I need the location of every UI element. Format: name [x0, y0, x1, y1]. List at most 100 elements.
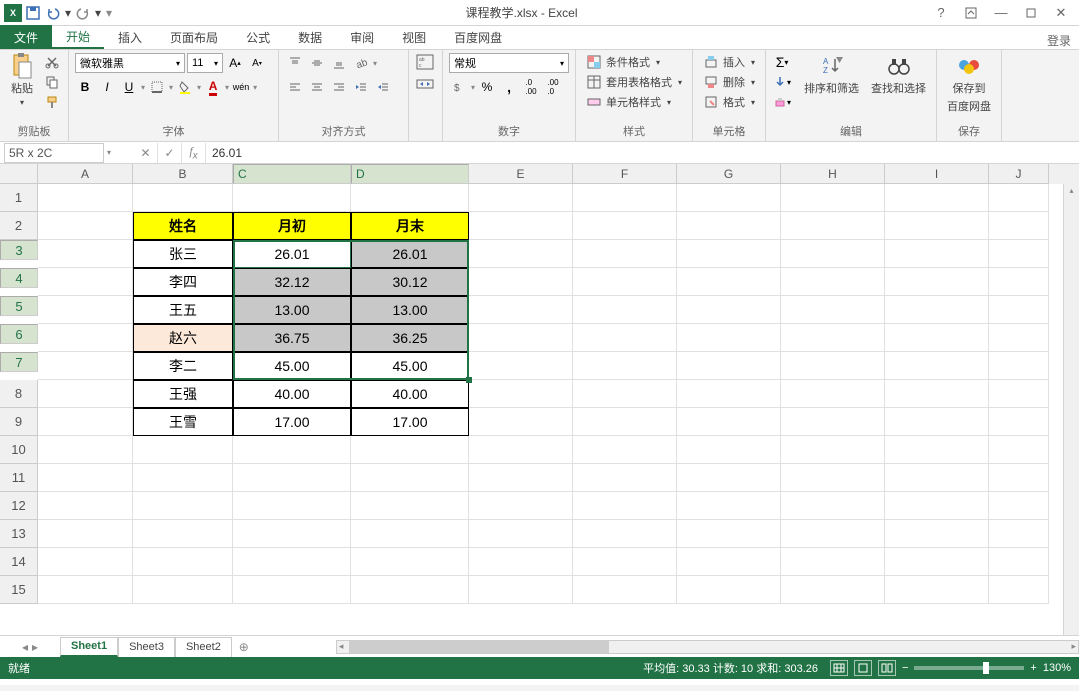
cell-A7[interactable] — [38, 352, 133, 380]
close-button[interactable]: ✕ — [1049, 4, 1073, 22]
row-header-5[interactable]: 5 — [0, 296, 38, 316]
vertical-scrollbar[interactable]: ▴ — [1063, 184, 1079, 635]
maximize-button[interactable] — [1019, 4, 1043, 22]
cell-D12[interactable] — [351, 492, 469, 520]
font-color-button[interactable]: A — [203, 77, 223, 97]
horizontal-scrollbar[interactable]: ◂▸ — [336, 640, 1079, 654]
align-bottom-button[interactable] — [329, 53, 349, 73]
col-header-I[interactable]: I — [885, 164, 989, 184]
underline-button[interactable]: U — [119, 77, 139, 97]
cell-E12[interactable] — [469, 492, 573, 520]
cell-D7[interactable]: 45.00 — [351, 352, 469, 380]
cell-B10[interactable] — [133, 436, 233, 464]
cell-C14[interactable] — [233, 548, 351, 576]
fill-handle[interactable] — [466, 377, 472, 383]
cell-A14[interactable] — [38, 548, 133, 576]
autosum-button[interactable]: Σ▾ — [772, 52, 792, 72]
cell-I9[interactable] — [885, 408, 989, 436]
cell-F2[interactable] — [573, 212, 677, 240]
cell-E1[interactable] — [469, 184, 573, 212]
cell-C11[interactable] — [233, 464, 351, 492]
insert-cells-button[interactable]: 插入▾ — [699, 52, 759, 72]
cell-H11[interactable] — [781, 464, 885, 492]
tab-data[interactable]: 数据 — [284, 25, 336, 49]
zoom-out-button[interactable]: − — [902, 662, 908, 674]
cell-C7[interactable]: 45.00 — [233, 352, 351, 380]
cell-C2[interactable]: 月初 — [233, 212, 351, 240]
cell-E9[interactable] — [469, 408, 573, 436]
view-pagebreak-button[interactable] — [878, 660, 896, 676]
cell-E11[interactable] — [469, 464, 573, 492]
cell-A8[interactable] — [38, 380, 133, 408]
cell-C4[interactable]: 32.12 — [233, 268, 351, 296]
fill-button[interactable]: ▾ — [772, 72, 792, 92]
cell-A6[interactable] — [38, 324, 133, 352]
cell-C3[interactable]: 26.01 — [233, 240, 351, 268]
cell-A9[interactable] — [38, 408, 133, 436]
cell-F8[interactable] — [573, 380, 677, 408]
cell-F5[interactable] — [573, 296, 677, 324]
row-header-12[interactable]: 12 — [0, 492, 38, 520]
cell-C9[interactable]: 17.00 — [233, 408, 351, 436]
align-left-button[interactable] — [285, 77, 305, 97]
cell-E4[interactable] — [469, 268, 573, 296]
row-header-11[interactable]: 11 — [0, 464, 38, 492]
cell-B4[interactable]: 李四 — [133, 268, 233, 296]
cell-E6[interactable] — [469, 324, 573, 352]
cell-F13[interactable] — [573, 520, 677, 548]
increase-decimal-button[interactable]: .0.00 — [521, 77, 541, 97]
delete-cells-button[interactable]: 删除▾ — [699, 72, 759, 92]
cell-H8[interactable] — [781, 380, 885, 408]
cell-G2[interactable] — [677, 212, 781, 240]
cell-I3[interactable] — [885, 240, 989, 268]
cell-D2[interactable]: 月末 — [351, 212, 469, 240]
clear-button[interactable]: ▾ — [772, 92, 792, 112]
cell-C12[interactable] — [233, 492, 351, 520]
cell-A1[interactable] — [38, 184, 133, 212]
col-header-H[interactable]: H — [781, 164, 885, 184]
cell-H15[interactable] — [781, 576, 885, 604]
view-normal-button[interactable] — [830, 660, 848, 676]
zoom-level[interactable]: 130% — [1043, 662, 1071, 674]
cell-E7[interactable] — [469, 352, 573, 380]
cell-H14[interactable] — [781, 548, 885, 576]
cell-I13[interactable] — [885, 520, 989, 548]
cell-F4[interactable] — [573, 268, 677, 296]
cell-G14[interactable] — [677, 548, 781, 576]
enter-formula-button[interactable]: ✓ — [158, 143, 182, 163]
cell-F1[interactable] — [573, 184, 677, 212]
cell-H12[interactable] — [781, 492, 885, 520]
copy-button[interactable] — [42, 72, 62, 92]
cell-J5[interactable] — [989, 296, 1049, 324]
paste-button[interactable]: 粘贴 ▾ — [6, 52, 38, 109]
cell-B14[interactable] — [133, 548, 233, 576]
redo-icon[interactable] — [74, 4, 92, 22]
qat-customize-icon[interactable]: ▾ — [104, 4, 114, 22]
align-middle-button[interactable] — [307, 53, 327, 73]
phonetic-button[interactable]: wén — [231, 77, 251, 97]
view-layout-button[interactable] — [854, 660, 872, 676]
bold-button[interactable]: B — [75, 77, 95, 97]
cell-D5[interactable]: 13.00 — [351, 296, 469, 324]
cell-B2[interactable]: 姓名 — [133, 212, 233, 240]
cell-G4[interactable] — [677, 268, 781, 296]
cell-F6[interactable] — [573, 324, 677, 352]
cell-J8[interactable] — [989, 380, 1049, 408]
cell-F12[interactable] — [573, 492, 677, 520]
tab-view[interactable]: 视图 — [388, 25, 440, 49]
zoom-in-button[interactable]: + — [1030, 662, 1036, 674]
cell-J2[interactable] — [989, 212, 1049, 240]
cell-D10[interactable] — [351, 436, 469, 464]
fill-color-button[interactable] — [175, 77, 195, 97]
cell-J6[interactable] — [989, 324, 1049, 352]
row-header-14[interactable]: 14 — [0, 548, 38, 576]
sheet-tab-2[interactable]: Sheet2 — [175, 637, 232, 657]
row-header-1[interactable]: 1 — [0, 184, 38, 212]
row-header-8[interactable]: 8 — [0, 380, 38, 408]
cell-G10[interactable] — [677, 436, 781, 464]
spreadsheet-grid[interactable]: ABCDEFGHIJ 12姓名月初月末3张三26.0126.014李四32.12… — [0, 164, 1079, 635]
cell-A5[interactable] — [38, 296, 133, 324]
cell-I8[interactable] — [885, 380, 989, 408]
cell-F3[interactable] — [573, 240, 677, 268]
cell-G8[interactable] — [677, 380, 781, 408]
